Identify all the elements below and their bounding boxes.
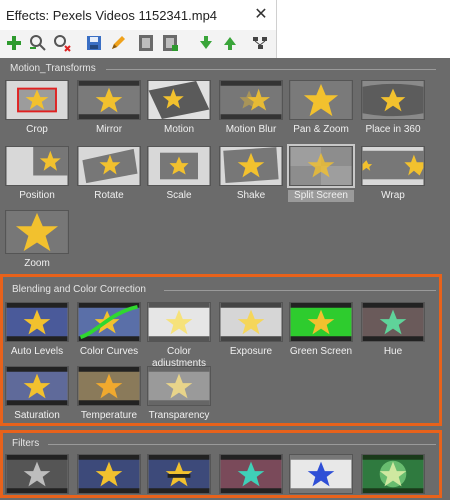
effect-label: Transparency <box>148 410 210 421</box>
effect-label: Scale <box>166 190 192 201</box>
effect-color-curves[interactable]: Color Curves <box>76 302 142 358</box>
pan-zoom-thumb <box>289 80 353 120</box>
effect-green-screen[interactable]: Green Screen <box>288 302 354 358</box>
wrap-thumb <box>361 146 425 186</box>
effect-label: Pan & Zoom <box>293 124 349 135</box>
effect-pan-zoom[interactable]: Pan & Zoom <box>288 80 354 136</box>
move-up-icon[interactable] <box>220 33 240 53</box>
section-divider <box>48 444 436 445</box>
effect-label: Rotate <box>94 190 124 201</box>
effects-window: Effects: Pexels Videos 1152341.mp4 ✕ Mot… <box>0 0 450 500</box>
effect-color-adjustments[interactable]: Color adjustments <box>146 302 212 370</box>
effect-zoom[interactable]: Zoom <box>4 210 70 270</box>
effect-label: Place in 360 <box>365 124 421 135</box>
effect-position[interactable]: Position <box>4 146 70 202</box>
effect-shake[interactable]: Shake <box>218 146 284 202</box>
filter-stripes[interactable] <box>146 454 212 494</box>
effect-split-screen[interactable]: Split Screen <box>287 144 355 202</box>
effect-motion-blur[interactable]: Motion Blur <box>218 80 284 136</box>
filter-stripes-thumb <box>147 454 211 494</box>
mirror-thumb <box>77 80 141 120</box>
section-divider <box>164 290 436 291</box>
crop-thumb <box>5 80 69 120</box>
effect-scale[interactable]: Scale <box>146 146 212 202</box>
auto-levels-thumb <box>5 302 69 342</box>
effect-crop[interactable]: Crop <box>4 80 70 136</box>
color-adjustments-thumb <box>147 302 211 342</box>
add-effect-icon[interactable] <box>4 33 24 53</box>
settings-tree-icon[interactable] <box>250 33 270 53</box>
effect-label: Hue <box>383 346 403 357</box>
close-icon[interactable]: ✕ <box>250 4 272 26</box>
add-effect-magnify-icon[interactable] <box>28 33 48 53</box>
title-bar: Effects: Pexels Videos 1152341.mp4 ✕ <box>0 0 277 30</box>
effect-auto-levels[interactable]: Auto Levels <box>4 302 70 358</box>
hue-thumb <box>361 302 425 342</box>
motion-thumb <box>147 80 211 120</box>
effect-place-in-360[interactable]: Place in 360 <box>360 80 426 136</box>
effect-label: Crop <box>26 124 48 135</box>
filter-gold-thumb <box>77 454 141 494</box>
save-icon[interactable] <box>84 33 104 53</box>
remove-effect-icon[interactable] <box>52 33 72 53</box>
move-down-icon[interactable] <box>196 33 216 53</box>
section-divider <box>106 69 436 70</box>
toolbar <box>0 30 277 59</box>
filter-grayscale[interactable] <box>4 454 70 494</box>
effect-exposure[interactable]: Exposure <box>218 302 284 358</box>
exposure-thumb <box>219 302 283 342</box>
transparency-thumb <box>147 366 211 406</box>
zoom-thumb <box>5 210 69 254</box>
green-screen-thumb <box>289 302 353 342</box>
effect-label: Mirror <box>95 124 123 135</box>
effect-label: Zoom <box>24 258 50 269</box>
window-title: Effects: Pexels Videos 1152341.mp4 <box>6 8 218 23</box>
effect-label: Shake <box>236 190 266 201</box>
place-in-360-thumb <box>361 80 425 120</box>
effect-label: Green Screen <box>289 346 353 357</box>
filter-grayscale-thumb <box>5 454 69 494</box>
filter-glow-thumb <box>361 454 425 494</box>
color-curves-thumb <box>77 302 141 342</box>
effect-motion[interactable]: Motion <box>146 80 212 136</box>
effect-label: Exposure <box>229 346 273 357</box>
film-frame-icon[interactable] <box>136 33 156 53</box>
section-title-blending: Blending and Color Correction <box>12 284 146 295</box>
effect-label: Motion Blur <box>225 124 277 135</box>
section-title-filters: Filters <box>12 438 40 449</box>
effect-label: Color Curves <box>79 346 139 357</box>
effect-saturation[interactable]: Saturation <box>4 366 70 422</box>
split-screen-thumb <box>287 144 355 188</box>
rotate-thumb <box>77 146 141 186</box>
effect-label: Temperature <box>80 410 138 421</box>
film-frame-add-icon[interactable] <box>160 33 180 53</box>
effects-panel: Motion_Transforms Crop Mirror Motion Mot… <box>0 58 450 500</box>
scale-thumb <box>147 146 211 186</box>
effect-label: Split Screen <box>288 190 354 202</box>
effect-label: Auto Levels <box>10 346 64 357</box>
effect-label: Position <box>19 190 55 201</box>
filter-glow[interactable] <box>360 454 426 494</box>
filter-blue-thumb <box>289 454 353 494</box>
effect-transparency[interactable]: Transparency <box>146 366 212 422</box>
filter-teal-thumb <box>219 454 283 494</box>
effect-rotate[interactable]: Rotate <box>76 146 142 202</box>
effect-wrap[interactable]: Wrap <box>360 146 426 202</box>
shake-thumb <box>219 146 283 186</box>
edit-pencil-icon[interactable] <box>108 33 128 53</box>
filter-gold[interactable] <box>76 454 142 494</box>
filter-teal[interactable] <box>218 454 284 494</box>
effect-temperature[interactable]: Temperature <box>76 366 142 422</box>
saturation-thumb <box>5 366 69 406</box>
effect-label: Wrap <box>381 190 405 201</box>
filter-blue[interactable] <box>288 454 354 494</box>
effect-hue[interactable]: Hue <box>360 302 426 358</box>
position-thumb <box>5 146 69 186</box>
section-title-motion: Motion_Transforms <box>10 63 96 74</box>
motion-blur-thumb <box>219 80 283 120</box>
effect-label: Motion <box>163 124 194 135</box>
effect-mirror[interactable]: Mirror <box>76 80 142 136</box>
temperature-thumb <box>77 366 141 406</box>
effect-label: Saturation <box>14 410 60 421</box>
